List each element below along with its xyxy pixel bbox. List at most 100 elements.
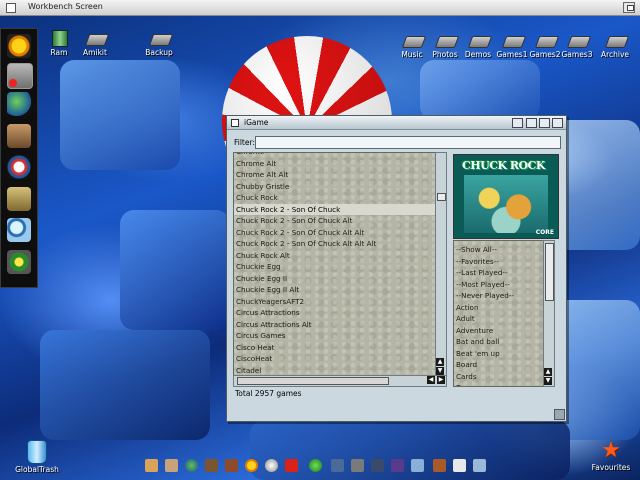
scroll-left-arrow-icon[interactable]: ◀ <box>427 376 435 384</box>
category-list-item[interactable]: Cards <box>454 371 544 383</box>
speedometer-icon[interactable] <box>7 155 31 179</box>
game-list-item[interactable]: Chuck Rock 2 - Son Of Chuck Alt Alt <box>234 227 436 239</box>
game-list-item[interactable]: Chrome Alt Alt <box>234 169 436 181</box>
game-list-item[interactable]: Chrome Alt <box>234 158 436 170</box>
category-list-item[interactable]: Bat and ball <box>454 336 544 348</box>
amikit-logo-icon[interactable] <box>245 459 258 472</box>
game-list-item[interactable]: Chuck Rock <box>234 192 436 204</box>
game-screenshot: CHUCK ROCK CORE <box>453 154 559 239</box>
background-cube <box>40 330 210 440</box>
globe-icon[interactable] <box>7 92 31 116</box>
game-list-item[interactable]: Circus Attractions Alt <box>234 319 436 331</box>
dollar-icon[interactable] <box>309 459 322 472</box>
desktop-icon-globaltrash[interactable]: GlobalTrash <box>12 440 62 474</box>
game-list-item[interactable]: CiscoHeat <box>234 353 436 365</box>
character-icon[interactable] <box>205 459 218 472</box>
jason-mask-icon[interactable] <box>7 187 31 211</box>
desktop-icon-favourites[interactable]: ★ Favourites <box>586 440 636 473</box>
tools-icon[interactable] <box>225 459 238 472</box>
prefs-icon[interactable] <box>7 63 33 89</box>
desktop-icon-label: Backup <box>145 48 173 57</box>
desktop-icon-label: GlobalTrash <box>15 465 59 474</box>
category-list-item[interactable]: Adult <box>454 313 544 325</box>
background-cube <box>420 60 540 120</box>
ram-disk-icon <box>48 30 70 47</box>
character-icon[interactable] <box>7 124 31 148</box>
scrollbar-knob[interactable] <box>545 243 554 301</box>
desktop-icon-amikit[interactable]: Amikit <box>70 30 120 57</box>
hscrollbar-knob[interactable] <box>237 377 389 385</box>
drive-icon <box>467 32 493 48</box>
background-cube <box>120 210 230 330</box>
drive-icon <box>604 32 630 48</box>
invader-icon[interactable] <box>285 459 298 472</box>
category-list-item[interactable]: --Last Played-- <box>454 267 544 279</box>
amikit-drive-icon <box>84 30 110 46</box>
desktop-icon-label: Archive <box>600 50 630 59</box>
lamp-icon[interactable] <box>433 459 446 472</box>
window-close-button[interactable] <box>231 119 239 127</box>
screen-depth-button[interactable] <box>623 2 635 13</box>
game-list-item[interactable]: Chuck Rock 2 - Son Of Chuck <box>234 203 436 215</box>
power-icon[interactable] <box>7 250 31 274</box>
magnifier-icon[interactable] <box>7 218 31 242</box>
game-list-item[interactable]: Chuck Rock 2 - Son Of Chuck Alt <box>234 215 436 227</box>
rocket-icon[interactable] <box>391 459 404 472</box>
game-list-item[interactable]: Chuck Rock Alt <box>234 250 436 262</box>
zoom-button[interactable] <box>539 118 550 128</box>
iconify-button[interactable] <box>512 118 523 128</box>
sparkle-icon[interactable] <box>371 459 384 472</box>
game-list-item[interactable]: Chuckie Egg II Alt <box>234 284 436 296</box>
filter-input[interactable] <box>255 136 561 149</box>
game-list-item[interactable]: Cisco Heat <box>234 342 436 354</box>
games-list-hscrollbar[interactable]: ◀ ▶ <box>233 375 447 387</box>
scrollbar-knob[interactable] <box>437 193 446 201</box>
globe-icon[interactable] <box>185 459 198 472</box>
category-list-item[interactable]: --Never Played-- <box>454 290 544 302</box>
paint-icon[interactable] <box>145 459 158 472</box>
screenshot-title: CHUCK ROCK <box>462 159 545 172</box>
games-list[interactable]: ChromeChrome AltChrome Alt AltChubby Gri… <box>233 152 437 377</box>
categories-scrollbar[interactable]: ▲ ▼ <box>543 240 555 387</box>
category-list-item[interactable]: --Favorites-- <box>454 256 544 268</box>
gears-icon[interactable] <box>351 459 364 472</box>
resize-handle[interactable] <box>554 409 565 420</box>
window-icon[interactable] <box>411 459 424 472</box>
category-list-item[interactable]: Demo <box>454 382 544 386</box>
game-list-item[interactable]: ChuckYeagersAFT2 <box>234 296 436 308</box>
lock-button[interactable] <box>526 118 537 128</box>
scroll-down-arrow-icon[interactable]: ▼ <box>544 377 552 385</box>
window-title-bar[interactable]: iGame <box>227 116 566 130</box>
face-icon[interactable] <box>165 459 178 472</box>
window-title: iGame <box>244 118 269 127</box>
categories-list[interactable]: --Show All-- --Favorites-- --Last Played--… <box>453 240 545 387</box>
category-list-item[interactable]: --Show All-- <box>454 244 544 256</box>
game-list-item[interactable]: Chuckie Egg II <box>234 273 436 285</box>
filter-label: Filter: <box>234 138 255 147</box>
category-list-item[interactable]: Beat 'em up <box>454 348 544 360</box>
bird-icon[interactable] <box>331 459 344 472</box>
scroll-up-arrow-icon[interactable]: ▲ <box>436 358 444 366</box>
amikit-logo-icon[interactable] <box>7 34 31 58</box>
category-list-item[interactable]: --Most Played-- <box>454 279 544 291</box>
ball-icon[interactable] <box>265 459 278 472</box>
depth-button[interactable] <box>552 118 563 128</box>
game-list-item[interactable]: Circus Games <box>234 330 436 342</box>
game-list-item[interactable]: Chubby Gristle <box>234 181 436 193</box>
desktop-icon-backup[interactable]: Backup <box>134 30 184 57</box>
scroll-down-arrow-icon[interactable]: ▼ <box>436 367 444 375</box>
monitor-icon[interactable] <box>473 459 486 472</box>
screen-close-button[interactable] <box>6 3 16 13</box>
scroll-up-arrow-icon[interactable]: ▲ <box>544 368 552 376</box>
category-list-item[interactable]: Adventure <box>454 325 544 337</box>
document-icon[interactable] <box>453 459 466 472</box>
game-list-item[interactable]: Chuck Rock 2 - Son Of Chuck Alt Alt Alt <box>234 238 436 250</box>
games-list-scrollbar[interactable]: ▲ ▼ <box>435 152 447 377</box>
category-list-item[interactable]: Action <box>454 302 544 314</box>
category-list-item[interactable]: Board <box>454 359 544 371</box>
scroll-right-arrow-icon[interactable]: ▶ <box>437 376 445 384</box>
game-list-item[interactable]: Circus Attractions <box>234 307 436 319</box>
screen-title: Workbench Screen <box>28 2 103 11</box>
game-list-item[interactable]: Chuckie Egg <box>234 261 436 273</box>
desktop-icon-archive[interactable]: Archive <box>590 32 640 59</box>
